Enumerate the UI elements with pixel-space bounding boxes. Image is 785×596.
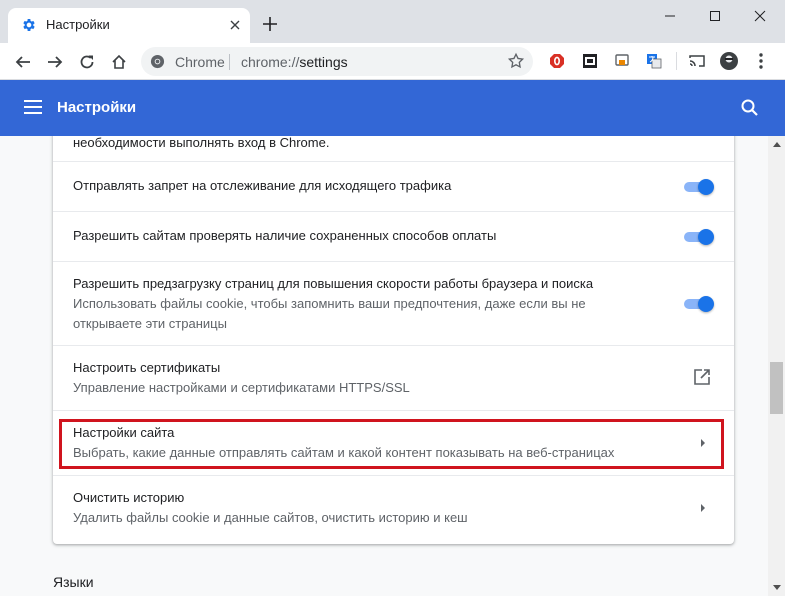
do-not-track-toggle[interactable] <box>682 179 714 195</box>
settings-content: необходимости выполнять вход в Chrome. О… <box>0 136 768 596</box>
url-path: settings <box>299 54 348 70</box>
cast-tab-extension-icon[interactable] <box>613 52 631 70</box>
setting-label: Очистить историю <box>73 490 185 505</box>
scroll-down-arrow-icon[interactable] <box>768 579 785 596</box>
screenshot-extension-icon[interactable] <box>581 52 599 70</box>
tab-close-icon[interactable] <box>226 16 244 34</box>
setting-row-do-not-track[interactable]: Отправлять запрет на отслеживание для ис… <box>53 161 734 211</box>
tab-title: Настройки <box>46 17 110 32</box>
setting-description-line2: открываете эти страницы <box>73 316 227 331</box>
omnibox-divider <box>229 54 230 70</box>
cast-icon[interactable] <box>688 52 706 70</box>
profile-avatar[interactable] <box>720 52 738 70</box>
setting-label: Разрешить предзагрузку страниц для повыш… <box>73 276 594 291</box>
close-window-button[interactable] <box>746 4 774 28</box>
section-title-languages: Языки <box>53 574 94 590</box>
menu-icon[interactable] <box>24 99 44 115</box>
partial-row-text: необходимости выполнять вход в Chrome. <box>73 136 330 150</box>
settings-header: Настройки <box>0 80 785 136</box>
tab-strip: Настройки <box>0 0 785 43</box>
chrome-icon <box>150 54 165 69</box>
gear-icon <box>23 19 35 31</box>
back-button[interactable] <box>11 50 35 74</box>
more-menu-icon[interactable] <box>752 52 770 70</box>
privacy-settings-card: необходимости выполнять вход в Chrome. О… <box>53 136 734 544</box>
setting-row-site-settings[interactable]: Настройки сайта Выбрать, какие данные от… <box>53 410 734 475</box>
bookmark-star-icon[interactable] <box>507 52 525 70</box>
page-title: Настройки <box>57 99 137 116</box>
maximize-button[interactable] <box>701 4 729 28</box>
setting-row-clear-history[interactable]: Очистить историю Удалить файлы cookie и … <box>53 475 734 540</box>
url-text[interactable]: chrome://settings <box>241 54 348 70</box>
translate-extension-icon[interactable] <box>645 52 663 70</box>
tab-settings[interactable]: Настройки <box>8 8 250 43</box>
external-link-icon[interactable] <box>693 368 711 386</box>
browser-toolbar: Chrome chrome://settings <box>0 43 785 80</box>
setting-label: Настроить сертификаты <box>73 360 221 375</box>
setting-row-payment-methods[interactable]: Разрешить сайтам проверять наличие сохра… <box>53 211 734 261</box>
url-scheme: chrome:// <box>241 54 300 70</box>
setting-row-preload-pages[interactable]: Разрешить предзагрузку страниц для повыш… <box>53 261 734 345</box>
scroll-thumb[interactable] <box>770 362 783 414</box>
setting-description: Выбрать, какие данные отправлять сайтам … <box>73 445 615 460</box>
opera-adblock-extension-icon[interactable] <box>548 52 566 70</box>
new-tab-button[interactable] <box>260 14 280 34</box>
chevron-right-icon[interactable] <box>698 438 708 448</box>
setting-description: Удалить файлы cookie и данные сайтов, оч… <box>73 510 468 525</box>
minimize-button[interactable] <box>656 4 684 28</box>
chevron-right-icon[interactable] <box>698 503 708 513</box>
setting-description-line1: Использовать файлы cookie, чтобы запомни… <box>73 296 586 311</box>
reload-button[interactable] <box>75 50 99 74</box>
preload-pages-toggle[interactable] <box>682 296 714 312</box>
setting-row-certificates[interactable]: Настроить сертификаты Управление настрой… <box>53 345 734 410</box>
setting-label: Настройки сайта <box>73 425 175 440</box>
setting-label: Отправлять запрет на отслеживание для ис… <box>73 178 452 193</box>
search-icon[interactable] <box>740 98 760 118</box>
forward-button[interactable] <box>43 50 67 74</box>
setting-label: Разрешить сайтам проверять наличие сохра… <box>73 228 497 243</box>
address-bar[interactable]: Chrome chrome://settings <box>141 47 533 76</box>
vertical-scrollbar[interactable] <box>768 136 785 596</box>
site-chip: Chrome <box>175 54 225 70</box>
scroll-up-arrow-icon[interactable] <box>768 136 785 153</box>
setting-description: Управление настройками и сертификатами H… <box>73 380 410 395</box>
toolbar-divider <box>676 52 677 70</box>
home-button[interactable] <box>107 50 131 74</box>
payment-methods-toggle[interactable] <box>682 229 714 245</box>
